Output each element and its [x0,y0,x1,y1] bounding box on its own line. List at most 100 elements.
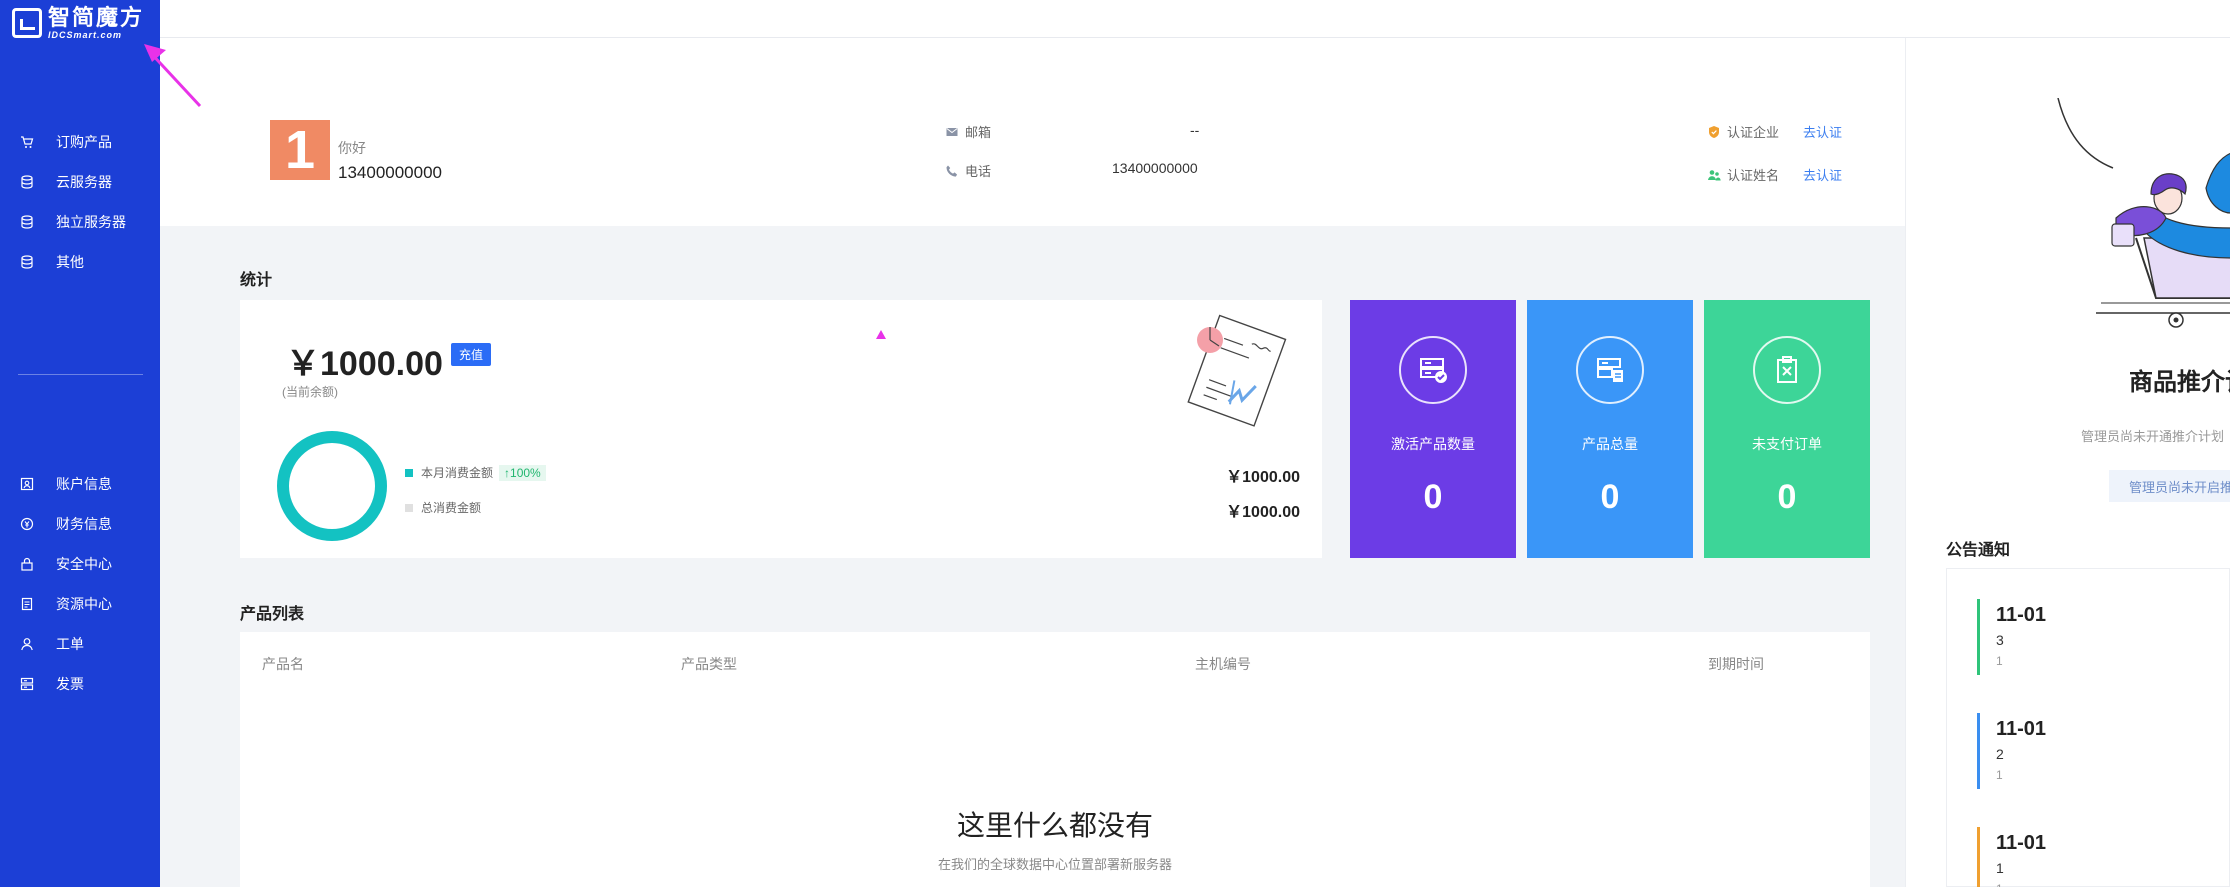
database-icon [20,175,34,189]
notice-date: 11-01 [1996,604,2047,626]
cert-name-row: 认证姓名 [1707,165,1779,184]
server-check-icon [1399,336,1467,404]
balance-label: (当前余额) [282,385,338,399]
notice-text: 2 [1996,746,2004,762]
user-icon [20,637,34,651]
tile-label: 未支付订单 [1752,436,1822,452]
email-label: 邮箱 [965,125,992,140]
notice-sub: 1 [1996,654,2003,668]
tile-label: 激活产品数量 [1391,436,1475,452]
month-spend-pct: ↑100% [499,464,546,481]
shield-icon [1707,125,1721,139]
sidebar: 智简魔方 IDCSmart.com 订购产品 云服务器 独立服务器 其他 账户信… [0,0,160,887]
email-value: -- [1190,122,1200,138]
mail-icon [945,125,959,139]
cert-company-label: 认证企业 [1727,125,1780,140]
sidebar-item-cloud-server[interactable]: 云服务器 [0,162,160,202]
cert-name-label: 认证姓名 [1727,168,1780,183]
sidebar-item-label: 工单 [56,636,84,652]
sidebar-item-label: 订购产品 [56,134,112,150]
tile-value: 0 [1777,478,1797,516]
product-table: 产品名 产品类型 主机编号 到期时间 这里什么都没有 在我们的全球数据中心位置部… [240,632,1870,887]
cert-company-row: 认证企业 [1707,122,1779,141]
sidebar-item-label: 发票 [56,676,84,692]
brand-logo[interactable]: 智简魔方 IDCSmart.com [12,6,144,40]
balance-card: ￥1000.00 充值 (当前余额) 本月消费金额 ↑100% ￥1000.00… [240,300,1322,558]
shopping-cart-illustration [2057,98,2230,328]
database-icon [20,215,34,229]
phone-label: 电话 [965,164,992,179]
id-card-icon [20,477,34,491]
column-header[interactable]: 产品名 [262,654,304,674]
database-icon [20,255,34,269]
sidebar-divider [18,374,143,375]
tile-total-products[interactable]: 产品总量 0 [1527,300,1693,558]
sidebar-item-dedicated-server[interactable]: 独立服务器 [0,202,160,242]
notice-text: 3 [1996,632,2004,648]
sidebar-item-label: 云服务器 [56,174,112,190]
notice-sub: 1 [1996,879,2217,887]
sidebar-item-account-info[interactable]: 账户信息 [0,464,160,504]
user-phone: 13400000000 [338,163,443,182]
lock-icon [20,557,34,571]
document-icon [20,597,34,611]
legend-total-spend: 总消费金额 [405,499,481,516]
sidebar-item-other[interactable]: 其他 [0,242,160,282]
sidebar-item-order-products[interactable]: 订购产品 [0,122,160,162]
notice-item[interactable]: 11-01 3 1 [1977,599,2217,675]
empty-state-subtitle: 在我们的全球数据中心位置部署新服务器 [937,857,1172,872]
column-header[interactable]: 主机编号 [1195,654,1251,674]
users-icon [1707,168,1721,182]
promo-title: 商品推介计 [2129,369,2230,396]
phone-icon [945,164,959,178]
notice-sub: 1 [1996,768,2003,782]
sidebar-item-label: 安全中心 [56,556,112,572]
clipboard-x-icon [1753,336,1821,404]
notice-title: 公告通知 [1946,542,2011,559]
notice-date: 11-01 [1996,718,2047,740]
legend-total-dot [405,503,413,512]
profile-card: 1 你好 13400000000 邮箱 -- 电话 13400000000 认证… [160,38,1905,226]
sidebar-item-security[interactable]: 安全中心 [0,544,160,584]
sidebar-item-label: 其他 [56,254,84,270]
column-header[interactable]: 产品类型 [681,654,737,674]
legend-month-spend: 本月消费金额 ↑100% [405,464,546,481]
money-icon [20,517,34,531]
notice-item[interactable]: 11-01 2 1 [1977,713,2217,789]
email-label-row: 邮箱 [945,122,991,141]
menu-products: 订购产品 云服务器 独立服务器 其他 [0,122,160,282]
empty-state-title: 这里什么都没有 [956,810,1153,841]
product-list-title: 产品列表 [240,606,305,623]
column-header[interactable]: 到期时间 [1708,654,1764,674]
brand-domain: IDCSmart.com [48,30,123,40]
total-spend-label: 总消费金额 [421,501,482,515]
spend-donut-chart [277,431,387,541]
cert-company-link[interactable]: 去认证 [1803,122,1842,141]
legend-month-dot [405,468,413,477]
recharge-button[interactable]: 充值 [451,343,491,366]
tile-active-products[interactable]: 激活产品数量 0 [1350,300,1516,558]
tile-value: 0 [1423,478,1443,516]
promo-button[interactable]: 管理员尚未开启推 [2109,470,2230,502]
sidebar-item-label: 账户信息 [56,476,112,492]
sidebar-item-invoice[interactable]: 发票 [0,664,160,704]
cart-icon [20,135,34,149]
cert-name-link[interactable]: 去认证 [1803,165,1842,184]
menu-account: 账户信息 财务信息 安全中心 资源中心 工单 发票 [0,464,160,704]
month-spend-label: 本月消费金额 [421,466,494,480]
month-spend-value: ￥1000.00 [1226,469,1300,486]
notice-item[interactable]: 11-01 1 1 [1977,827,2217,887]
annotation-arrow-icon [144,44,202,108]
notice-list: 11-01 3 1 11-01 2 1 11-01 1 1 [1946,568,2230,887]
brand-name: 智简魔方 [48,5,145,30]
avatar[interactable]: 1 [270,120,330,180]
tile-value: 0 [1600,478,1620,516]
tile-unpaid-orders[interactable]: 未支付订单 0 [1704,300,1870,558]
sidebar-item-resources[interactable]: 资源中心 [0,584,160,624]
total-spend-value: ￥1000.00 [1226,504,1300,521]
invoice-icon [20,677,34,691]
sidebar-item-label: 资源中心 [56,596,112,612]
sidebar-item-finance[interactable]: 财务信息 [0,504,160,544]
sidebar-item-tickets[interactable]: 工单 [0,624,160,664]
phone-label-row: 电话 [945,161,991,180]
